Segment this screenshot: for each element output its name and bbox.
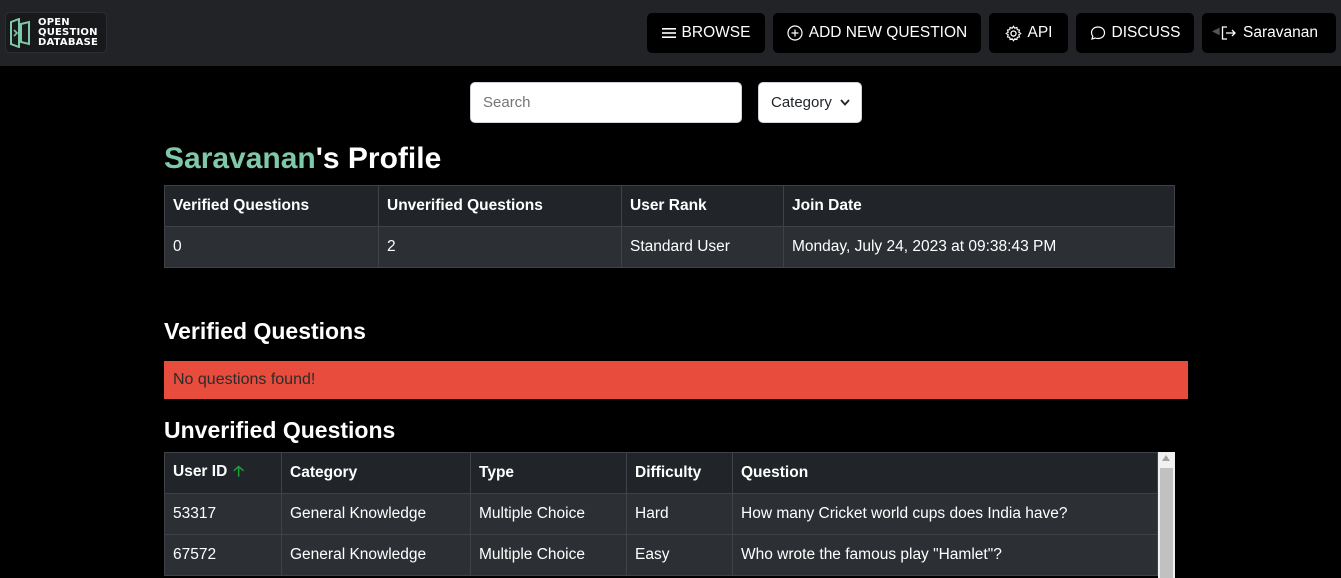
add-question-label: ADD NEW QUESTION xyxy=(808,24,968,41)
category-select[interactable]: Category xyxy=(758,82,862,123)
table-scrollbar[interactable] xyxy=(1158,452,1175,578)
cell-user-id: 53317 xyxy=(164,493,282,535)
column-header-user-id[interactable]: User ID 🡡 xyxy=(164,452,282,494)
cell-type: Multiple Choice xyxy=(470,534,627,576)
column-header-join-date: Join Date xyxy=(783,185,1175,227)
table-row[interactable]: 67572 General Knowledge Multiple Choice … xyxy=(164,534,1158,576)
navbar: OPEN QUESTION DATABASE BROWSE ADD NEW QU… xyxy=(0,0,1341,66)
user-rank: Standard User xyxy=(621,226,784,268)
column-header-unverified: Unverified Questions xyxy=(378,185,622,227)
discuss-button[interactable]: DISCUSS xyxy=(1076,13,1194,53)
chat-bubble-icon xyxy=(1090,26,1105,40)
table-row: 0 2 Standard User Monday, July 24, 2023 … xyxy=(164,226,1175,268)
column-header-verified: Verified Questions xyxy=(164,185,379,227)
sort-ascending-icon: 🡡 xyxy=(233,462,245,480)
scrollbar-thumb[interactable] xyxy=(1160,468,1173,578)
logo-mark-icon xyxy=(10,18,30,48)
add-question-button[interactable]: ADD NEW QUESTION xyxy=(773,13,981,53)
search-input[interactable] xyxy=(470,82,742,123)
menu-icon xyxy=(661,28,676,38)
table-header-row: User ID 🡡 Category Type Difficulty Questi… xyxy=(164,452,1158,494)
logo-text: OPEN QUESTION DATABASE xyxy=(38,17,99,48)
table-header-row: Verified Questions Unverified Questions … xyxy=(164,185,1175,227)
cell-category: General Knowledge xyxy=(281,493,471,535)
table-row[interactable]: 53317 General Knowledge Multiple Choice … xyxy=(164,493,1158,535)
column-header-category[interactable]: Category xyxy=(281,452,471,494)
unverified-section-title: Unverified Questions xyxy=(164,417,396,443)
cell-type: Multiple Choice xyxy=(470,493,627,535)
gear-icon xyxy=(1004,24,1022,42)
sign-out-icon xyxy=(1221,26,1236,40)
column-header-question[interactable]: Question xyxy=(732,452,1158,494)
profile-username: Saravanan xyxy=(164,142,316,175)
user-name-label: Saravanan xyxy=(1243,24,1318,41)
site-logo[interactable]: OPEN QUESTION DATABASE xyxy=(5,12,107,53)
join-date: Monday, July 24, 2023 at 09:38:43 PM xyxy=(783,226,1175,268)
profile-stats-table: Verified Questions Unverified Questions … xyxy=(164,185,1175,268)
verified-count: 0 xyxy=(164,226,379,268)
profile-title-suffix: 's Profile xyxy=(315,142,442,175)
discuss-label: DISCUSS xyxy=(1111,24,1181,41)
category-select-value: Category xyxy=(771,94,832,111)
api-button[interactable]: API xyxy=(989,13,1068,53)
page-title: Saravanan's Profile xyxy=(164,142,441,176)
no-questions-alert: No questions found! xyxy=(164,361,1188,399)
user-account-button[interactable]: ◀ Saravanan xyxy=(1202,13,1336,53)
unverified-questions-table: User ID 🡡 Category Type Difficulty Questi… xyxy=(164,452,1158,576)
plus-circle-icon xyxy=(787,25,803,41)
cell-category: General Knowledge xyxy=(281,534,471,576)
browse-button[interactable]: BROWSE xyxy=(647,13,765,53)
alert-message: No questions found! xyxy=(173,371,316,388)
scroll-up-arrow-icon[interactable] xyxy=(1162,455,1170,461)
cell-user-id: 67572 xyxy=(164,534,282,576)
browse-label: BROWSE xyxy=(681,24,751,41)
cell-difficulty: Hard xyxy=(626,493,733,535)
chevron-down-icon xyxy=(840,99,850,106)
api-label: API xyxy=(1027,24,1053,41)
verified-section-title: Verified Questions xyxy=(164,318,366,344)
column-header-difficulty[interactable]: Difficulty xyxy=(626,452,733,494)
column-header-type[interactable]: Type xyxy=(470,452,627,494)
cell-question: Who wrote the famous play "Hamlet"? xyxy=(732,534,1158,576)
unverified-count: 2 xyxy=(378,226,622,268)
column-header-rank: User Rank xyxy=(621,185,784,227)
unverified-table-container: User ID 🡡 Category Type Difficulty Questi… xyxy=(164,452,1175,578)
cell-question: How many Cricket world cups does India h… xyxy=(732,493,1158,535)
cell-difficulty: Easy xyxy=(626,534,733,576)
chevron-left-icon: ◀ xyxy=(1212,26,1220,37)
